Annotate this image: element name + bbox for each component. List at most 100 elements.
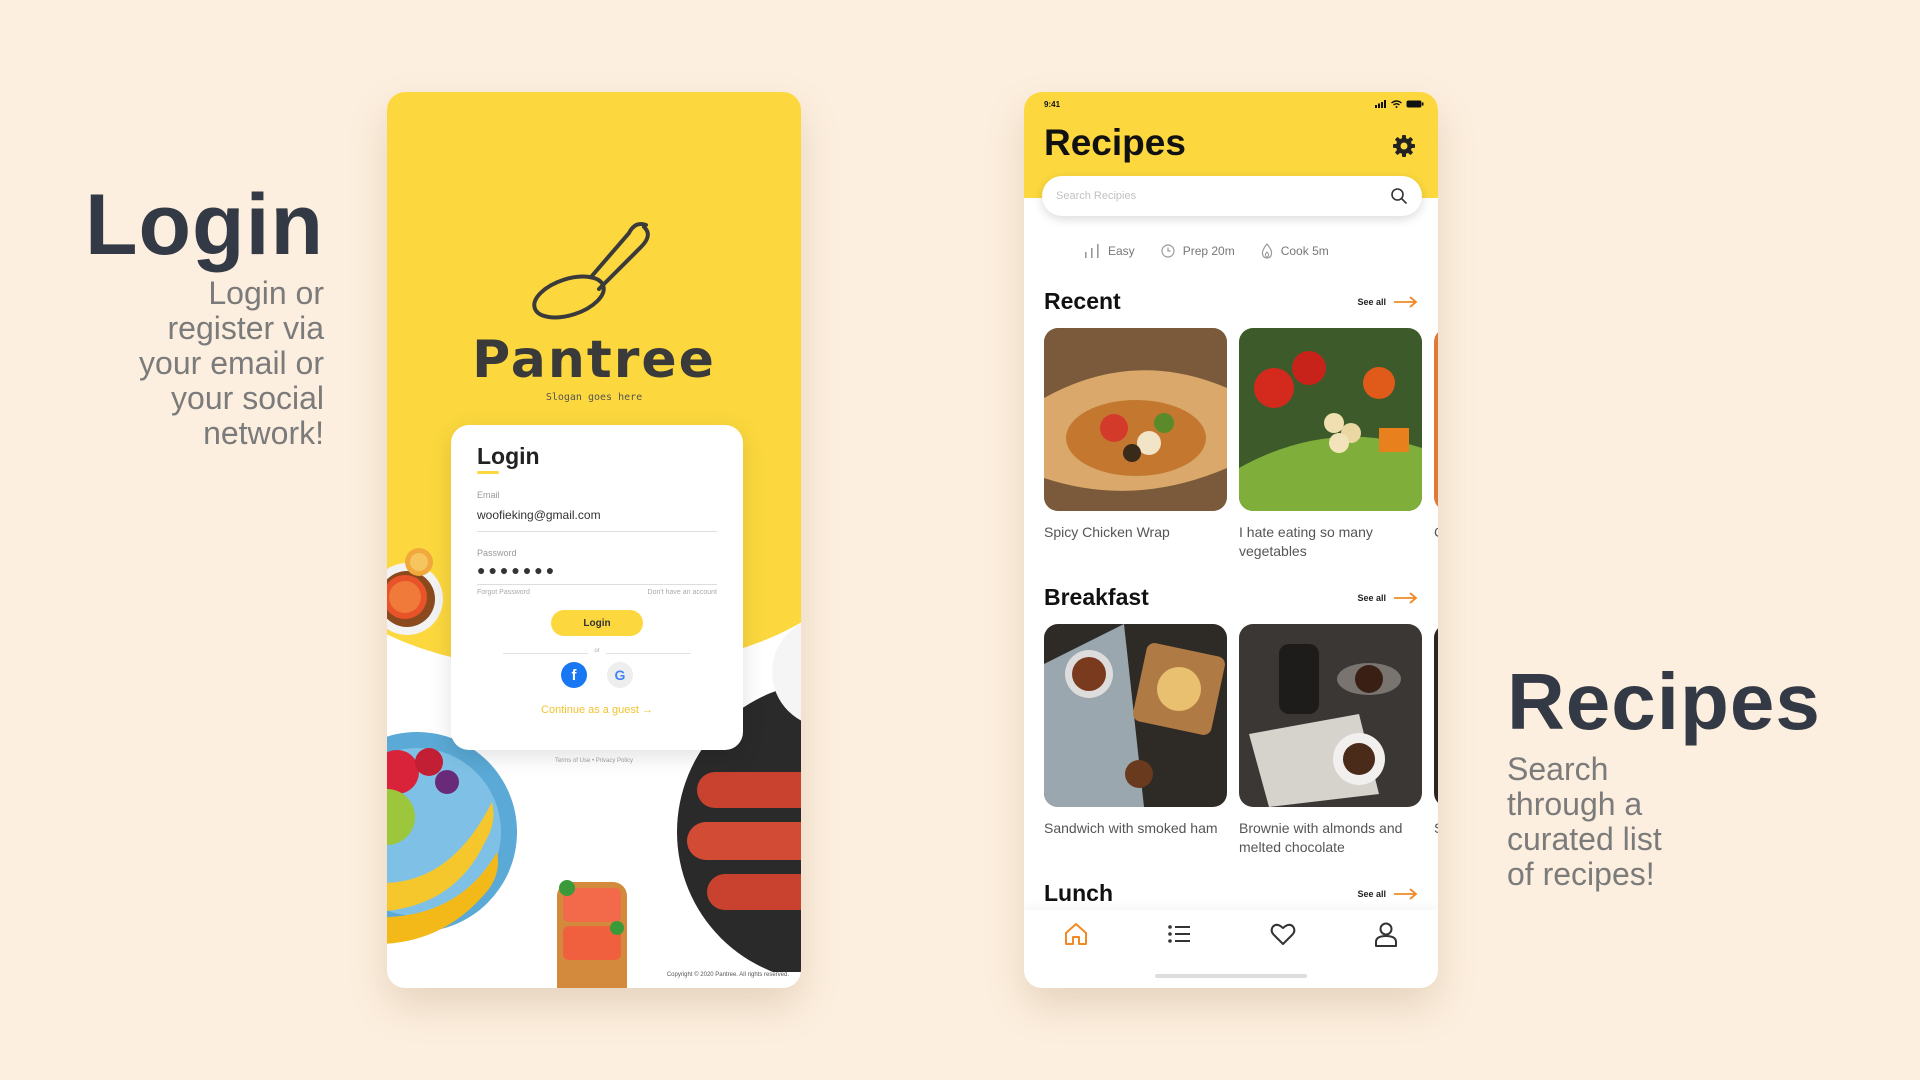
search-input[interactable]	[1056, 190, 1390, 202]
recipe-title: Sandwich with smoked ham	[1044, 820, 1218, 836]
see-all-label: See all	[1357, 296, 1386, 307]
recipe-title: Spicy Chicken Wrap	[1044, 524, 1170, 540]
recipe-image	[1044, 328, 1227, 511]
caption-line: network!	[203, 415, 324, 451]
password-field[interactable]: ●●●●●●●	[477, 562, 717, 585]
caption-line: register via	[167, 310, 325, 346]
or-divider: or	[477, 648, 717, 658]
recipe-image	[1044, 624, 1227, 807]
caption-line: your email or	[139, 345, 324, 381]
caption-line: Login or	[208, 275, 324, 311]
recipe-card[interactable]: I hate eating so many vegetables	[1239, 328, 1422, 561]
password-label: Password	[477, 548, 517, 558]
facebook-icon: f	[571, 666, 577, 684]
filter-cook-time[interactable]: Cook 5m	[1261, 243, 1329, 259]
recipe-title: S h	[1434, 819, 1438, 838]
filter-difficulty[interactable]: Easy	[1084, 243, 1135, 259]
terms-privacy-links[interactable]: Terms of Use • Privacy Policy	[387, 758, 801, 764]
caption-line: through a	[1507, 786, 1643, 822]
caption-line: curated list	[1507, 821, 1662, 857]
battery-icon	[1406, 100, 1424, 108]
login-card: Login Email woofieking@gmail.com Passwor…	[451, 425, 743, 750]
arrow-right-icon	[1394, 295, 1418, 308]
email-field[interactable]: woofieking@gmail.com	[477, 508, 717, 532]
login-caption-text: Login or register via your email or your…	[80, 276, 324, 451]
continue-as-guest-link[interactable]: Continue as a guest →	[477, 704, 717, 716]
see-all-lunch-link[interactable]: See all	[1357, 887, 1418, 900]
breakfast-recipes-row: Sandwich with smoked ham Brownie with al…	[1044, 624, 1438, 857]
wifi-icon	[1391, 100, 1402, 108]
section-title: Recent	[1044, 288, 1121, 314]
section-title: Lunch	[1044, 880, 1113, 906]
google-icon: G	[614, 667, 626, 683]
auth-sub-links: Forgot Password Don't have an account	[477, 589, 717, 596]
login-caption: Login Login or register via your email o…	[80, 182, 324, 451]
status-time: 9:41	[1044, 100, 1061, 109]
section-title: Breakfast	[1044, 584, 1149, 610]
login-phone-screen: Pantree Slogan goes here Login Email woo…	[387, 92, 801, 988]
brand-slogan: Slogan goes here	[545, 392, 643, 403]
search-icon[interactable]	[1390, 187, 1408, 205]
recipe-image	[1239, 328, 1422, 511]
status-icons	[1375, 100, 1424, 108]
recipe-title: I hate eating so many vegetables	[1239, 524, 1373, 559]
social-login-row: f G	[477, 662, 717, 688]
see-all-label: See all	[1357, 888, 1386, 899]
gear-icon[interactable]	[1392, 134, 1416, 158]
signal-icon	[1375, 100, 1386, 108]
caption-line: Search	[1507, 751, 1609, 787]
caption-line: your social	[171, 380, 324, 416]
recipes-caption-text: Search through a curated list of recipes…	[1507, 752, 1747, 892]
title-underline	[477, 471, 499, 474]
filter-label: Cook 5m	[1280, 244, 1329, 258]
login-button[interactable]: Login	[551, 610, 643, 636]
recipes-caption-title: Recipes	[1507, 657, 1821, 746]
home-icon[interactable]	[1062, 920, 1090, 948]
clock-icon	[1161, 244, 1175, 258]
recipe-title: C C	[1434, 523, 1438, 542]
recipe-image	[1434, 624, 1438, 807]
see-all-recent-link[interactable]: See all	[1357, 295, 1418, 308]
recipe-card[interactable]: Brownie with almonds and melted chocolat…	[1239, 624, 1422, 857]
see-all-breakfast-link[interactable]: See all	[1357, 591, 1418, 604]
section-breakfast-header: Breakfast See all	[1044, 584, 1418, 611]
recipes-caption: Recipes Search through a curated list of…	[1507, 662, 1867, 892]
search-bar[interactable]	[1042, 176, 1422, 216]
list-icon[interactable]	[1165, 920, 1193, 948]
difficulty-bars-icon	[1085, 244, 1099, 258]
recipe-title: Brownie with almonds and melted chocolat…	[1239, 820, 1403, 855]
arrow-right-icon	[1394, 887, 1418, 900]
filter-label: Prep 20m	[1182, 244, 1235, 258]
copyright-text: Copyright © 2020 Pantree. All rights res…	[666, 972, 789, 978]
tea-cup-illustration	[387, 548, 443, 635]
login-caption-title: Login	[84, 177, 324, 273]
profile-icon[interactable]	[1372, 920, 1400, 948]
filter-label: Easy	[1108, 244, 1135, 258]
sign-up-link[interactable]: Don't have an account	[648, 589, 717, 596]
arrow-right-icon	[1394, 591, 1418, 604]
email-label: Email	[477, 490, 500, 500]
page-title: Recipes	[1044, 122, 1186, 163]
see-all-label: See all	[1357, 592, 1386, 603]
recent-recipes-row: Spicy Chicken Wrap I hate eating so many…	[1044, 328, 1438, 561]
recipe-card[interactable]: Spicy Chicken Wrap	[1044, 328, 1227, 561]
forgot-password-link[interactable]: Forgot Password	[477, 589, 530, 596]
brand-name: Pantree	[472, 330, 716, 390]
recipe-filters: Easy Prep 20m Cook 5m	[1084, 243, 1329, 259]
heart-icon[interactable]	[1269, 920, 1297, 948]
recipe-image	[1239, 624, 1422, 807]
salmon-toast-illustration	[557, 880, 627, 988]
section-recent-header: Recent See all	[1044, 288, 1418, 315]
recipe-card[interactable]: S h	[1434, 624, 1438, 857]
google-login-button[interactable]: G	[607, 662, 633, 688]
section-lunch-header: Lunch See all	[1044, 880, 1418, 907]
facebook-login-button[interactable]: f	[561, 662, 587, 688]
recipe-card[interactable]: C C	[1434, 328, 1438, 561]
recipes-phone-screen: 9:41 Recipes Easy Prep 20m Cook 5m	[1024, 92, 1438, 988]
flame-icon	[1261, 243, 1272, 259]
login-card-title: Login	[477, 443, 540, 469]
recipe-image	[1434, 328, 1438, 511]
recipe-card[interactable]: Sandwich with smoked ham	[1044, 624, 1227, 857]
filter-prep-time[interactable]: Prep 20m	[1161, 243, 1235, 259]
or-text: or	[588, 648, 606, 654]
